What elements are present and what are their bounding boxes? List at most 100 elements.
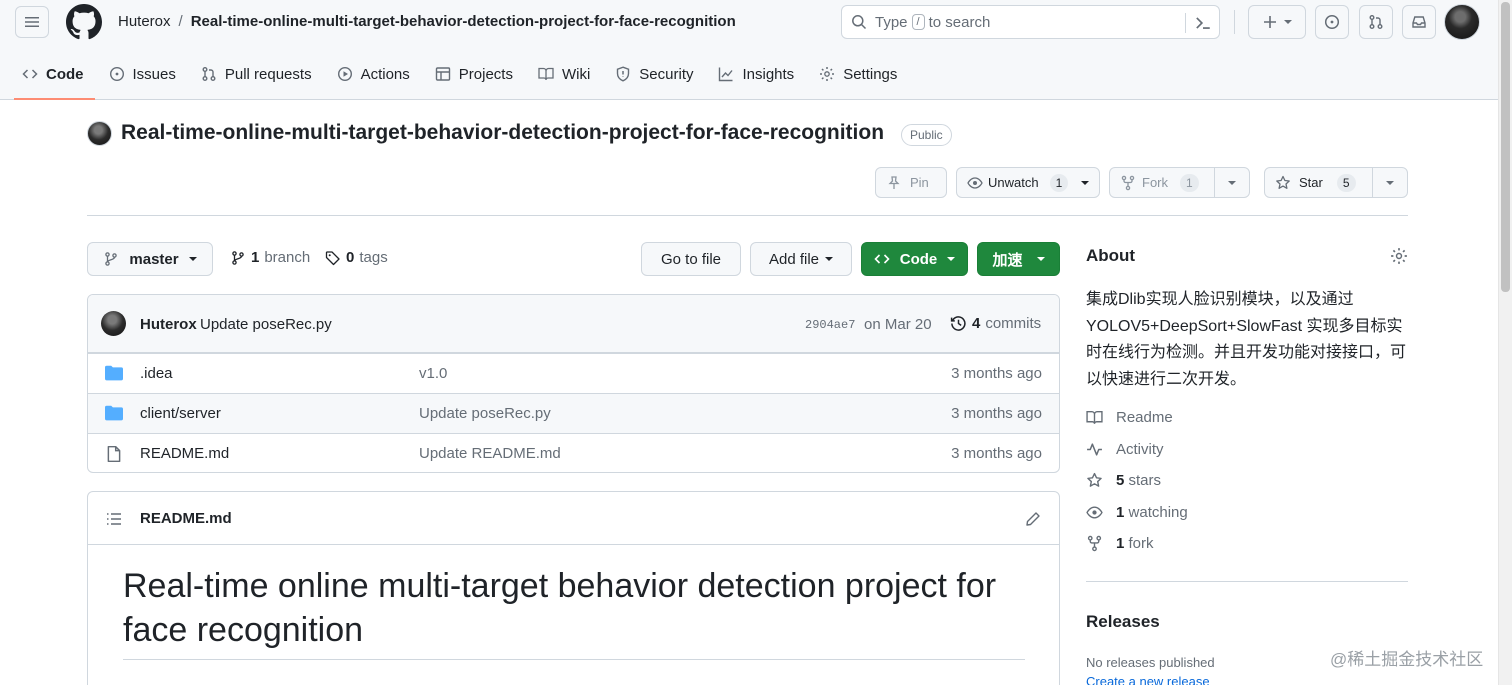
pencil-icon[interactable] — [1025, 511, 1041, 527]
readme-heading-rule — [123, 659, 1025, 660]
table-icon — [435, 67, 450, 81]
tab-label: Actions — [360, 65, 410, 83]
create-release-link[interactable]: Create a new release — [1086, 674, 1210, 685]
pin-label: Pin — [910, 175, 929, 190]
tab-projects[interactable]: Projects — [433, 56, 526, 92]
file-commit-message[interactable]: Update README.md — [419, 445, 561, 462]
file-row[interactable]: README.md Update README.md 3 months ago — [88, 433, 1059, 472]
gear-icon[interactable] — [1390, 247, 1408, 265]
add-file-button[interactable]: Add file — [750, 242, 852, 276]
fork-dropdown[interactable] — [1214, 168, 1249, 197]
menu-button[interactable] — [15, 6, 49, 38]
book-icon — [1086, 410, 1103, 425]
activity-link[interactable]: Activity — [1086, 441, 1164, 458]
header-divider — [1234, 10, 1235, 34]
visibility-badge: Public — [901, 124, 952, 146]
accelerate-button[interactable]: 加速 — [977, 242, 1060, 276]
chevron-down-icon — [1228, 180, 1236, 185]
unwatch-button[interactable]: Unwatch 1 — [956, 167, 1100, 198]
search-divider — [1185, 13, 1186, 33]
code-button[interactable]: Code — [861, 242, 968, 276]
issues-button[interactable] — [1315, 5, 1349, 39]
fork-button[interactable]: Fork 1 — [1109, 167, 1250, 198]
graph-icon — [719, 67, 734, 82]
file-name[interactable]: client/server — [140, 405, 221, 422]
commit-author[interactable]: Huterox — [140, 316, 197, 333]
commit-date: on Mar 20 — [864, 316, 932, 333]
no-releases-text: No releases published — [1086, 655, 1215, 670]
scrollbar-thumb[interactable] — [1501, 2, 1510, 292]
file-name[interactable]: .idea — [140, 365, 173, 382]
file-row[interactable]: .idea v1.0 3 months ago — [88, 353, 1059, 393]
star-counter: 5 — [1336, 173, 1356, 192]
page-scrollbar[interactable] — [1498, 0, 1512, 685]
file-name[interactable]: README.md — [140, 445, 229, 462]
chevron-down-icon — [825, 257, 834, 261]
star-button[interactable]: Star 5 — [1264, 167, 1408, 198]
pull-requests-button[interactable] — [1359, 5, 1393, 39]
tab-code[interactable]: Code — [14, 56, 97, 100]
commit-author-avatar[interactable] — [101, 311, 126, 336]
pull-request-icon — [202, 67, 216, 81]
tab-settings[interactable]: Settings — [817, 56, 910, 92]
tag-icon — [325, 250, 340, 265]
create-new-button[interactable] — [1248, 5, 1306, 39]
chevron-down-icon — [947, 257, 956, 261]
file-row[interactable]: client/server Update poseRec.py 3 months a… — [88, 393, 1059, 433]
user-avatar[interactable] — [1444, 4, 1480, 40]
about-description: 集成Dlib实现人脸识别模块，以及通过YOLOV5+DeepSort+SlowF… — [1086, 291, 1407, 388]
tab-wiki[interactable]: Wiki — [536, 56, 603, 92]
github-logo[interactable] — [66, 4, 102, 40]
breadcrumb-separator: / — [178, 13, 183, 30]
tag-count: 0 — [346, 249, 355, 266]
watching-label: watching — [1128, 504, 1188, 521]
inbox-button[interactable] — [1402, 5, 1436, 39]
branch-icon — [232, 250, 244, 265]
repo-title[interactable]: Real-time-online-multi-target-behavior-d… — [121, 121, 884, 145]
tab-label: Issues — [132, 65, 176, 83]
chevron-down-icon — [188, 257, 197, 261]
branch-count: 1 — [251, 249, 260, 266]
search-icon — [852, 15, 867, 30]
pin-button[interactable]: Pin — [875, 167, 947, 198]
search-input[interactable]: Type / to search — [841, 5, 1220, 39]
branch-name: master — [129, 250, 179, 268]
stars-count: 5 — [1116, 472, 1125, 489]
tab-security[interactable]: Security — [613, 56, 706, 92]
forks-link[interactable]: 1 fork — [1086, 535, 1154, 552]
breadcrumb-repo[interactable]: Real-time-online-multi-target-behavior-d… — [191, 13, 736, 30]
go-to-file-button[interactable]: Go to file — [641, 242, 741, 276]
tags-link[interactable]: 0 tags — [325, 249, 388, 266]
commit-sha[interactable]: 2904ae7 — [805, 318, 855, 332]
command-palette-icon[interactable] — [1194, 14, 1212, 32]
tab-pull-requests[interactable]: Pull requests — [199, 56, 325, 92]
readme-filename[interactable]: README.md — [140, 510, 232, 527]
unwatch-label: Unwatch — [988, 175, 1039, 190]
pulse-icon — [1087, 443, 1102, 456]
go-to-file-label: Go to file — [660, 250, 722, 268]
file-commit-message[interactable]: v1.0 — [419, 365, 447, 382]
fork-label: fork — [1128, 535, 1154, 552]
readme-link[interactable]: Readme — [1086, 409, 1173, 426]
list-icon[interactable] — [106, 511, 122, 527]
branch-selector[interactable]: master — [87, 242, 213, 276]
branches-link[interactable]: 1 branch — [230, 249, 310, 266]
file-commit-message[interactable]: Update poseRec.py — [419, 405, 551, 422]
tab-actions[interactable]: Actions — [335, 56, 423, 92]
global-header: Huterox / Real-time-online-multi-target-… — [0, 0, 1498, 100]
stars-link[interactable]: 5 stars — [1086, 472, 1161, 489]
releases-heading[interactable]: Releases — [1086, 612, 1160, 632]
commit-history-link[interactable]: 4 commits — [950, 315, 1041, 332]
watchers-link[interactable]: 1 watching — [1086, 504, 1188, 521]
owner-avatar[interactable] — [87, 121, 112, 146]
tab-insights[interactable]: Insights — [716, 56, 807, 92]
issue-icon — [109, 66, 124, 82]
tab-label: Wiki — [561, 65, 591, 83]
fork-label: Fork — [1142, 175, 1168, 190]
tab-issues[interactable]: Issues — [107, 56, 189, 92]
star-icon — [1087, 472, 1102, 487]
breadcrumb-owner[interactable]: Huterox — [118, 13, 171, 30]
commit-message[interactable]: Update poseRec.py — [200, 316, 332, 333]
star-dropdown[interactable] — [1372, 168, 1407, 197]
pin-icon — [888, 175, 900, 189]
